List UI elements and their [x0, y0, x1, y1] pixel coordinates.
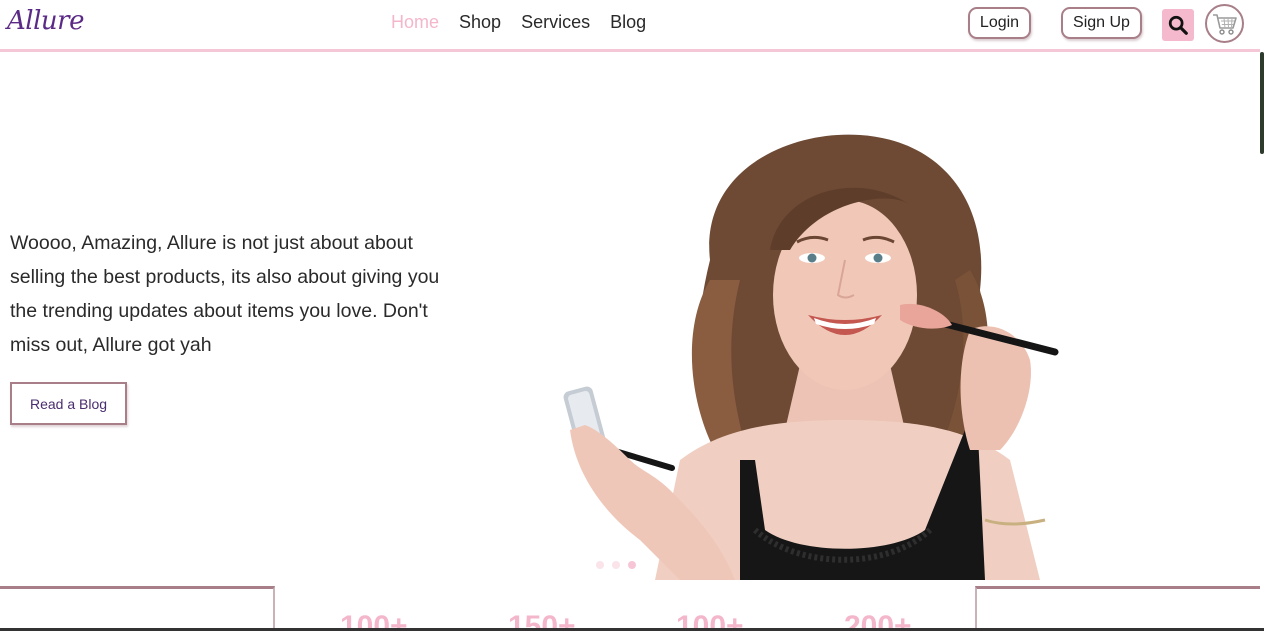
site-header: Allure Home Shop Services Blog Login Sig…	[0, 0, 1260, 52]
read-blog-button[interactable]: Read a Blog	[10, 382, 127, 425]
cart-button[interactable]	[1205, 4, 1244, 43]
nav-shop-link[interactable]: Shop	[459, 12, 501, 33]
hero-carousel-indicators	[596, 561, 636, 569]
search-icon	[1168, 15, 1188, 35]
carousel-dot-1[interactable]	[596, 561, 604, 569]
stats-band-right	[975, 586, 1260, 631]
stats-band-left	[0, 586, 275, 631]
nav-services-link[interactable]: Services	[521, 12, 590, 33]
hero-text: Woooo, Amazing, Allure is not just about…	[10, 232, 440, 356]
nav-blog-link[interactable]: Blog	[610, 12, 646, 33]
main-nav: Home Shop Services Blog	[391, 12, 646, 33]
search-button[interactable]	[1162, 9, 1194, 41]
cart-icon	[1212, 13, 1237, 35]
page-scrollbar[interactable]	[1260, 52, 1264, 154]
signup-button[interactable]: Sign Up	[1061, 7, 1142, 39]
hero-image	[563, 134, 1059, 580]
carousel-dot-2[interactable]	[612, 561, 620, 569]
brand-logo[interactable]: Allure	[7, 6, 84, 36]
carousel-dot-3[interactable]	[628, 561, 636, 569]
nav-home-link[interactable]: Home	[391, 12, 439, 33]
login-button[interactable]: Login	[968, 7, 1031, 39]
